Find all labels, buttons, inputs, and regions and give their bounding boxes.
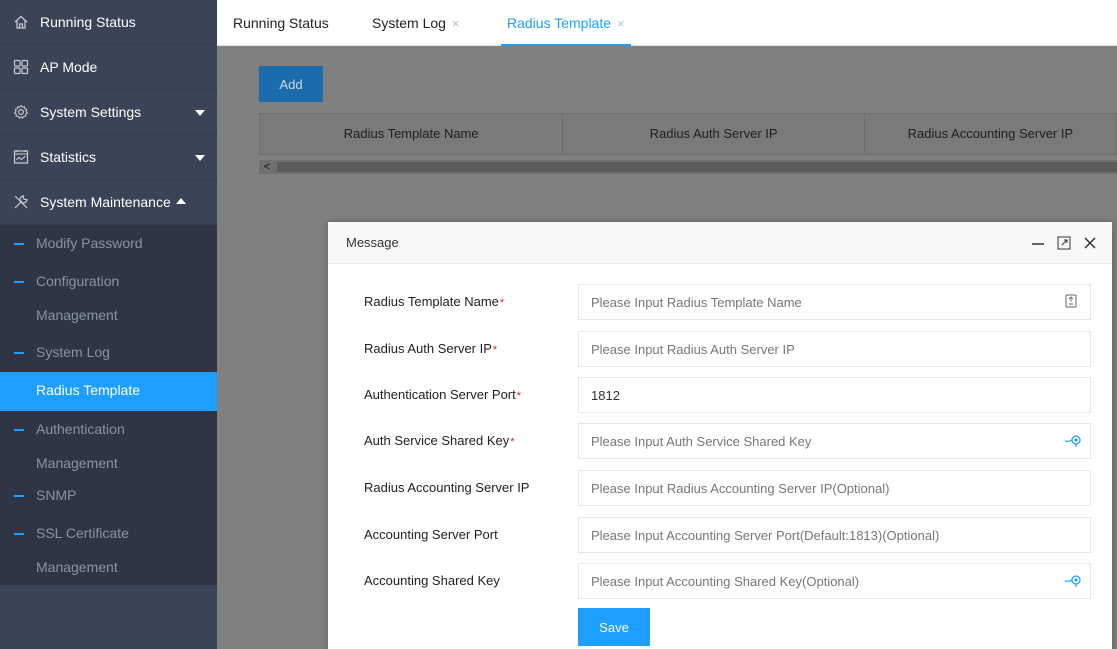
auth-service-shared-key-input[interactable] bbox=[578, 423, 1091, 459]
gear-icon bbox=[12, 103, 30, 121]
keyboard-icon[interactable] bbox=[1064, 294, 1080, 310]
sidebar-item-system-maintenance[interactable]: System Maintenance bbox=[0, 180, 217, 225]
sidebar-item-label: System Settings bbox=[40, 104, 142, 120]
accounting-server-port-input[interactable] bbox=[578, 517, 1091, 553]
submenu-item-system-log[interactable]: System Log bbox=[0, 336, 217, 372]
authentication-server-port-input[interactable] bbox=[578, 377, 1091, 413]
add-button[interactable]: Add bbox=[259, 66, 323, 102]
dash-icon bbox=[14, 495, 24, 497]
sidebar-item-running-status[interactable]: Running Status bbox=[0, 0, 217, 45]
field-label: Radius Auth Server IP bbox=[364, 341, 492, 356]
horizontal-scrollbar[interactable]: < bbox=[259, 160, 1117, 174]
field-label: Authentication Server Port bbox=[364, 387, 516, 402]
dash-icon bbox=[14, 281, 24, 283]
tab-label: Running Status bbox=[233, 15, 329, 31]
accounting-shared-key-input[interactable] bbox=[578, 563, 1091, 599]
form-row-accounting-shared-key: Accounting Shared Key bbox=[328, 563, 1112, 599]
tab-system-log[interactable]: System Log × bbox=[372, 0, 460, 46]
required-mark: * bbox=[492, 344, 498, 356]
radius-auth-server-ip-input[interactable] bbox=[578, 331, 1091, 367]
form-row-auth-service-shared-key: Auth Service Shared Key* bbox=[328, 423, 1112, 459]
column-header[interactable]: Radius Auth Server IP bbox=[563, 114, 865, 154]
form-row-radius-accounting-server-ip: Radius Accounting Server IP bbox=[328, 470, 1112, 506]
tab-bar: Running Status System Log × Radius Templa… bbox=[217, 0, 1117, 46]
submenu-item-label: System Log bbox=[36, 344, 110, 360]
caret-down-icon bbox=[195, 155, 205, 161]
tab-label: Radius Template bbox=[507, 15, 612, 31]
submenu-item-radius-template[interactable]: Radius Template bbox=[0, 372, 217, 411]
submenu-item-label: Authentication bbox=[36, 421, 125, 437]
system-maintenance-submenu: Modify Password Configuration Management… bbox=[0, 225, 217, 585]
form-row-radius-template-name: Radius Template Name* bbox=[328, 284, 1112, 320]
column-header[interactable]: Radius Accounting Server IP bbox=[865, 114, 1116, 154]
scroll-left-icon[interactable]: < bbox=[259, 160, 275, 174]
form-row-accounting-server-port: Accounting Server Port bbox=[328, 517, 1112, 553]
minimize-icon[interactable] bbox=[1030, 235, 1046, 251]
eye-icon[interactable] bbox=[1064, 573, 1081, 589]
dialog-title: Message bbox=[346, 235, 399, 250]
table-header: Radius Template Name Radius Auth Server … bbox=[259, 113, 1117, 155]
column-header[interactable]: Radius Template Name bbox=[260, 114, 564, 154]
field-label: Auth Service Shared Key bbox=[364, 433, 510, 448]
chart-icon bbox=[12, 148, 30, 166]
tab-radius-template[interactable]: Radius Template × bbox=[501, 0, 631, 46]
sidebar-item-label: Running Status bbox=[40, 14, 136, 30]
form-row-radius-auth-server-ip: Radius Auth Server IP* bbox=[328, 331, 1112, 367]
message-dialog: Message Radius Template Name* Radius Aut… bbox=[328, 222, 1112, 649]
dash-icon bbox=[14, 243, 24, 245]
sidebar-item-ap-mode[interactable]: AP Mode bbox=[0, 45, 217, 90]
required-mark: * bbox=[510, 436, 515, 448]
sidebar-item-system-settings[interactable]: System Settings bbox=[0, 90, 217, 135]
submenu-item-label: SSL Certificate bbox=[36, 525, 129, 541]
tab-running-status[interactable]: Running Status bbox=[233, 0, 329, 46]
close-icon[interactable]: × bbox=[452, 16, 460, 31]
dialog-header: Message bbox=[328, 222, 1112, 264]
maximize-icon[interactable] bbox=[1056, 235, 1072, 251]
sidebar-item-label: Statistics bbox=[40, 149, 97, 165]
tools-icon bbox=[12, 193, 30, 211]
submenu-item-label-line2: Management bbox=[36, 455, 118, 471]
submenu-item-label: Modify Password bbox=[36, 235, 143, 251]
home-icon bbox=[12, 13, 30, 31]
submenu-item-label: SNMP bbox=[36, 487, 77, 503]
form-row-authentication-server-port: Authentication Server Port* bbox=[328, 377, 1112, 413]
submenu-item-modify-password[interactable]: Modify Password bbox=[0, 225, 217, 264]
eye-icon[interactable] bbox=[1064, 433, 1081, 449]
dash-icon bbox=[14, 390, 24, 392]
required-mark: * bbox=[516, 390, 522, 402]
dash-icon bbox=[14, 533, 24, 535]
field-label: Accounting Server Port bbox=[364, 527, 498, 542]
save-button[interactable]: Save bbox=[578, 608, 650, 646]
submenu-item-label: Configuration bbox=[36, 273, 120, 289]
scroll-thumb[interactable] bbox=[277, 162, 1117, 172]
dash-icon bbox=[14, 352, 24, 354]
sidebar-item-statistics[interactable]: Statistics bbox=[0, 135, 217, 180]
caret-down-icon bbox=[195, 110, 205, 116]
submenu-item-ssl-certificate-management[interactable]: SSL Certificate Management bbox=[0, 517, 217, 585]
caret-up-icon bbox=[175, 198, 186, 204]
submenu-item-snmp[interactable]: SNMP bbox=[0, 481, 217, 517]
submenu-item-label-line2: Management bbox=[36, 307, 118, 323]
field-label: Radius Template Name bbox=[364, 294, 499, 309]
close-icon[interactable] bbox=[1082, 235, 1098, 251]
required-mark: * bbox=[499, 297, 505, 309]
radius-accounting-server-ip-input[interactable] bbox=[578, 470, 1091, 506]
submenu-item-configuration-management[interactable]: Configuration Management bbox=[0, 264, 217, 336]
submenu-item-label-line2: Management bbox=[36, 559, 118, 575]
grid-icon bbox=[12, 58, 30, 76]
dash-icon bbox=[14, 429, 24, 431]
submenu-item-authentication-management[interactable]: Authentication Management bbox=[0, 411, 217, 481]
field-label: Accounting Shared Key bbox=[364, 573, 500, 588]
radius-template-name-input[interactable] bbox=[578, 284, 1091, 320]
sidebar: Running Status AP Mode System Settings S… bbox=[0, 0, 217, 649]
sidebar-item-label: AP Mode bbox=[40, 59, 98, 75]
tab-label: System Log bbox=[372, 15, 446, 31]
close-icon[interactable]: × bbox=[617, 16, 625, 31]
field-label: Radius Accounting Server IP bbox=[364, 480, 530, 495]
sidebar-item-label: System Maintenance bbox=[40, 194, 171, 210]
submenu-item-label: Radius Template bbox=[36, 382, 141, 398]
